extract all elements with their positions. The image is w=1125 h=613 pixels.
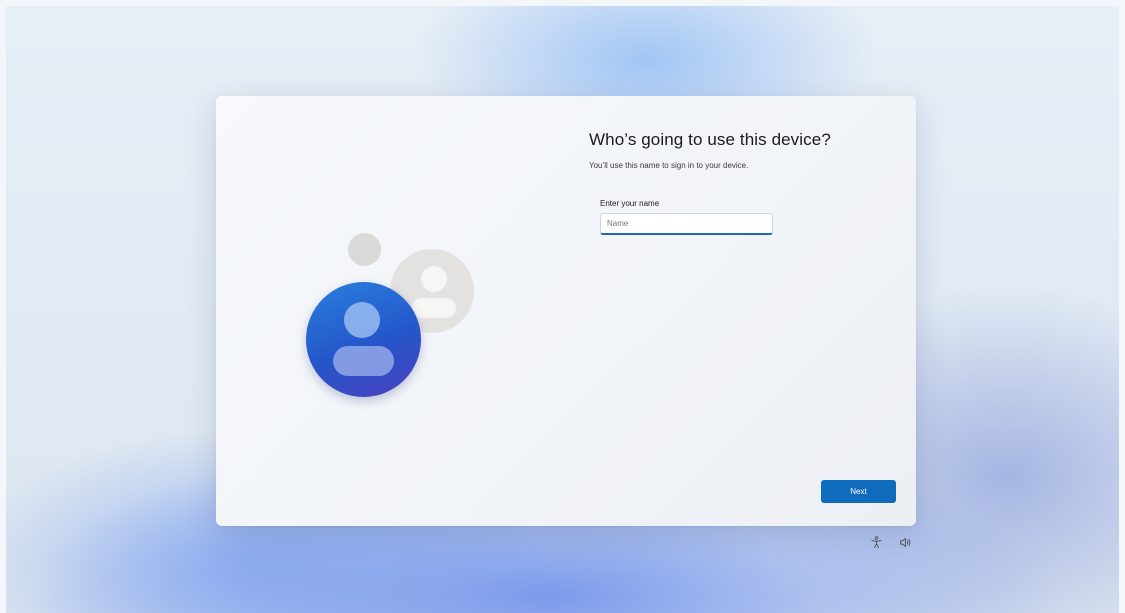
secondary-user-body xyxy=(412,298,456,318)
primary-user-avatar-icon xyxy=(306,282,421,397)
volume-icon[interactable] xyxy=(897,534,913,550)
decorative-dot xyxy=(348,233,381,266)
page-subtitle: You’ll use this name to sign in to your … xyxy=(589,161,749,170)
accessibility-glyph xyxy=(870,535,882,548)
volume-glyph xyxy=(899,537,910,547)
secondary-user-avatar-icon xyxy=(390,249,474,333)
next-button[interactable]: Next xyxy=(821,480,896,503)
primary-user-head xyxy=(344,302,380,338)
page-title: Who’s going to use this device? xyxy=(589,130,831,149)
primary-user-body xyxy=(333,346,394,376)
name-input[interactable] xyxy=(600,213,773,235)
secondary-user-head xyxy=(421,266,447,292)
setup-card: Who’s going to use this device? You’ll u… xyxy=(216,96,916,526)
oobe-screen: Who’s going to use this device? You’ll u… xyxy=(6,6,1119,613)
name-field-label: Enter your name xyxy=(600,199,660,208)
user-illustration xyxy=(216,96,916,526)
accessibility-icon[interactable] xyxy=(868,534,884,550)
